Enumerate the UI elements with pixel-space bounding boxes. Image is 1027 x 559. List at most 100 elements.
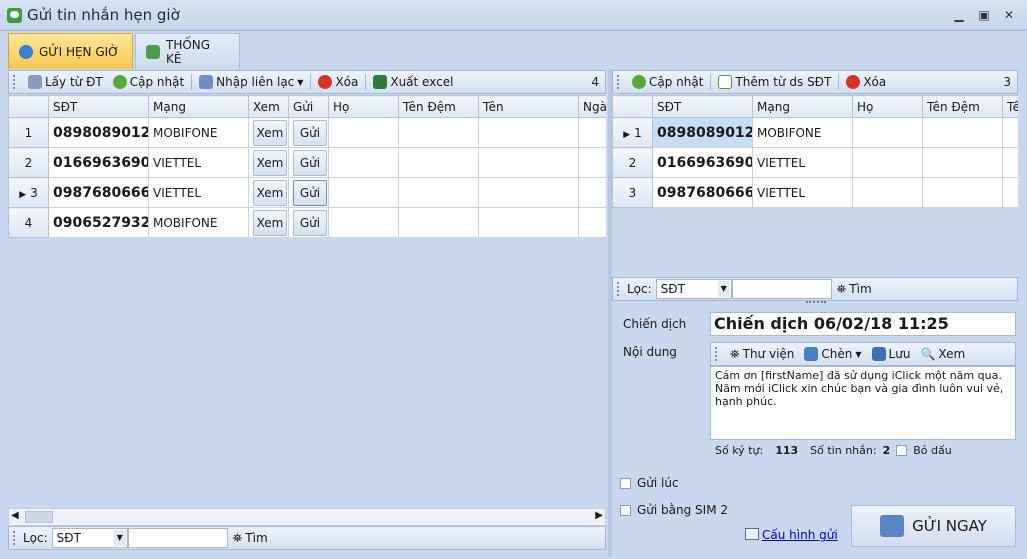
column-header[interactable]: Tên Đệm bbox=[398, 95, 479, 118]
campaign-name-input[interactable]: Chiến dịch 06/02/18 11:25 bbox=[710, 312, 1016, 336]
insert-button[interactable]: Chèn ▼ bbox=[799, 344, 866, 364]
send-button[interactable]: Gửi bbox=[293, 209, 327, 236]
scroll-thumb[interactable] bbox=[25, 511, 53, 523]
column-header[interactable]: Gửi bbox=[288, 95, 329, 118]
middle-name-cell[interactable] bbox=[398, 117, 479, 148]
send-at-checkbox[interactable] bbox=[620, 477, 631, 489]
send-now-button[interactable]: GỬI NGAY bbox=[851, 505, 1016, 547]
send-button[interactable]: Gửi bbox=[293, 119, 327, 146]
row-number[interactable]: ▶ 1 bbox=[612, 117, 653, 148]
delete-button[interactable]: Xóa bbox=[313, 72, 363, 92]
last-name-cell[interactable] bbox=[852, 117, 923, 148]
tab-statistics[interactable]: THỐNG KÊ bbox=[135, 33, 240, 69]
preview-button[interactable]: 🔍 Xem bbox=[915, 344, 970, 364]
last-name-cell[interactable] bbox=[328, 177, 399, 208]
filter-input[interactable] bbox=[731, 279, 832, 299]
middle-name-cell[interactable] bbox=[922, 117, 1003, 148]
search-button[interactable]: ⛯ Tìm bbox=[832, 279, 877, 299]
search-button[interactable]: ⛯ Tìm bbox=[228, 528, 273, 548]
column-header[interactable]: Tên bbox=[1002, 95, 1018, 118]
last-name-cell[interactable] bbox=[852, 147, 923, 178]
first-name-cell[interactable] bbox=[478, 177, 579, 208]
network-cell[interactable]: VIETTEL bbox=[752, 177, 853, 208]
date-cell[interactable] bbox=[578, 207, 606, 238]
filter-field-select[interactable]: SĐT ▼ bbox=[51, 528, 128, 548]
middle-name-cell[interactable] bbox=[922, 177, 1003, 208]
chevron-down-icon[interactable]: ▼ bbox=[113, 530, 126, 546]
close-button[interactable]: ✕ bbox=[1001, 8, 1017, 22]
date-cell[interactable] bbox=[578, 177, 606, 208]
strip-accents-checkbox[interactable] bbox=[896, 445, 908, 456]
minimize-button[interactable]: ▁ bbox=[951, 8, 967, 22]
phone-cell[interactable]: 0898089012 bbox=[48, 117, 149, 148]
network-cell[interactable]: MOBIFONE bbox=[148, 207, 249, 238]
view-button[interactable]: Xem bbox=[253, 179, 287, 206]
table-row[interactable]: 2 01669636906 VIETTEL bbox=[612, 147, 1018, 178]
horizontal-scrollbar[interactable]: ◀ ▶ bbox=[8, 508, 606, 526]
send-button[interactable]: Gửi bbox=[293, 149, 327, 176]
column-header[interactable]: Tên Đệm bbox=[922, 95, 1003, 118]
row-number[interactable]: ▶ 3 bbox=[8, 177, 49, 208]
add-from-list-button[interactable]: Thêm từ ds SĐT bbox=[713, 72, 836, 92]
last-name-cell[interactable] bbox=[852, 177, 923, 208]
send-config-link[interactable]: Cấu hình gửi bbox=[762, 528, 838, 542]
send-at-option[interactable]: Gửi lúc bbox=[620, 476, 679, 490]
network-cell[interactable]: VIETTEL bbox=[752, 147, 853, 178]
table-row[interactable]: 4 0906527932 MOBIFONE Xem Gửi bbox=[8, 207, 606, 238]
phone-cell[interactable]: 0898089012 bbox=[652, 117, 753, 148]
tab-scheduled-send[interactable]: GỬI HẸN GIỜ bbox=[8, 33, 133, 69]
date-cell[interactable] bbox=[578, 147, 606, 178]
last-name-cell[interactable] bbox=[328, 117, 399, 148]
first-name-cell[interactable] bbox=[1002, 117, 1018, 148]
update-button[interactable]: Cập nhật bbox=[627, 72, 708, 92]
import-contacts-button[interactable]: Nhập liên lạc ▼ bbox=[194, 72, 308, 92]
phone-cell[interactable]: 0987680666 bbox=[48, 177, 149, 208]
first-name-cell[interactable] bbox=[1002, 177, 1018, 208]
network-cell[interactable]: VIETTEL bbox=[148, 147, 249, 178]
phone-cell[interactable]: 01669636906 bbox=[652, 147, 753, 178]
column-header[interactable]: Họ bbox=[852, 95, 923, 118]
table-row[interactable]: ▶ 3 0987680666 VIETTEL Xem Gửi bbox=[8, 177, 606, 208]
table-row[interactable]: 2 01669636906 VIETTEL Xem Gửi bbox=[8, 147, 606, 178]
phone-cell[interactable]: 01669636906 bbox=[48, 147, 149, 178]
send-sim2-checkbox[interactable] bbox=[620, 504, 631, 516]
send-sim2-option[interactable]: Gửi bằng SIM 2 bbox=[620, 503, 728, 517]
filter-field-select[interactable]: SĐT ▼ bbox=[655, 279, 732, 299]
phone-cell[interactable]: 0906527932 bbox=[48, 207, 149, 238]
first-name-cell[interactable] bbox=[478, 117, 579, 148]
phone-cell[interactable]: 0987680666 bbox=[652, 177, 753, 208]
column-header[interactable]: Xem bbox=[248, 95, 289, 118]
middle-name-cell[interactable] bbox=[398, 177, 479, 208]
middle-name-cell[interactable] bbox=[922, 147, 1003, 178]
column-header[interactable]: Họ bbox=[328, 95, 399, 118]
column-header[interactable]: SĐT bbox=[652, 95, 753, 118]
scroll-right-icon[interactable]: ▶ bbox=[595, 510, 603, 521]
message-content-textarea[interactable]: Cám ơn [firstName] đã sử dụng iClick một… bbox=[710, 366, 1016, 440]
row-number[interactable]: 2 bbox=[612, 147, 653, 178]
maximize-button[interactable]: ▣ bbox=[976, 8, 992, 22]
column-header[interactable]: Mạng bbox=[148, 95, 249, 118]
view-button[interactable]: Xem bbox=[253, 209, 287, 236]
save-button[interactable]: Lưu bbox=[867, 344, 916, 364]
library-button[interactable]: ⛯ Thư viện bbox=[725, 344, 799, 364]
network-cell[interactable]: MOBIFONE bbox=[752, 117, 853, 148]
update-button[interactable]: Cập nhật bbox=[108, 72, 189, 92]
view-button[interactable]: Xem bbox=[253, 149, 287, 176]
row-number[interactable]: 4 bbox=[8, 207, 49, 238]
middle-name-cell[interactable] bbox=[398, 147, 479, 178]
network-cell[interactable]: VIETTEL bbox=[148, 177, 249, 208]
row-number[interactable]: 1 bbox=[8, 117, 49, 148]
table-row[interactable]: 1 0898089012 MOBIFONE Xem Gửi bbox=[8, 117, 606, 148]
last-name-cell[interactable] bbox=[328, 147, 399, 178]
table-row[interactable]: ▶ 1 0898089012 MOBIFONE bbox=[612, 117, 1018, 148]
column-header[interactable]: SĐT bbox=[48, 95, 149, 118]
first-name-cell[interactable] bbox=[478, 147, 579, 178]
network-cell[interactable]: MOBIFONE bbox=[148, 117, 249, 148]
export-excel-button[interactable]: Xuất excel bbox=[368, 72, 458, 92]
chevron-down-icon[interactable]: ▼ bbox=[717, 281, 730, 297]
delete-button[interactable]: Xóa bbox=[841, 72, 891, 92]
column-header[interactable]: Tên bbox=[478, 95, 579, 118]
first-name-cell[interactable] bbox=[1002, 147, 1018, 178]
row-number[interactable]: 3 bbox=[612, 177, 653, 208]
first-name-cell[interactable] bbox=[478, 207, 579, 238]
